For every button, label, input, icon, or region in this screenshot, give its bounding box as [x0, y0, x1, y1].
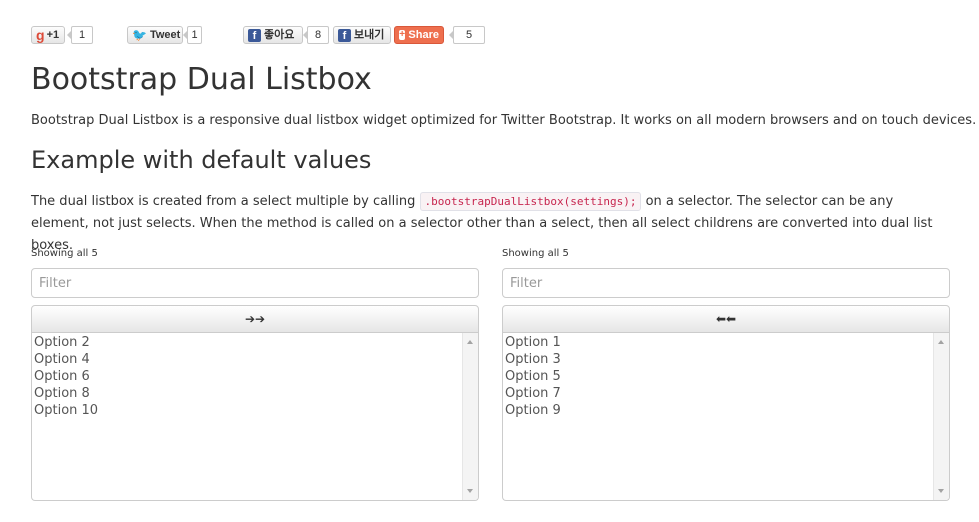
facebook-icon: f	[338, 28, 351, 42]
nonselected-info: Showing all 5	[31, 248, 98, 259]
listbox-option[interactable]: Option 2	[32, 334, 462, 351]
twitter-bird-icon: 🐦	[132, 28, 147, 42]
listbox-option[interactable]: Option 9	[503, 402, 933, 419]
facebook-icon: f	[248, 28, 261, 42]
description-text-before: The dual listbox is created from a selec…	[31, 194, 416, 209]
share-plus-icon: +	[399, 29, 406, 40]
selected-filter-input[interactable]	[502, 268, 950, 298]
listbox-scrollbar[interactable]	[462, 333, 478, 500]
listbox-option[interactable]: Option 4	[32, 351, 462, 368]
google-plus-icon: g	[36, 27, 45, 43]
page-lead: Bootstrap Dual Listbox is a responsive d…	[31, 113, 977, 128]
listbox-option[interactable]: Option 6	[32, 368, 462, 385]
listbox-option[interactable]: Option 10	[32, 402, 462, 419]
nonselected-box: Showing all 5 ➔➔ Option 2 Option 4 Optio…	[31, 246, 479, 501]
nonselected-options: Option 2 Option 4 Option 6 Option 8 Opti…	[32, 333, 462, 500]
scroll-up-arrow-icon[interactable]	[938, 340, 944, 344]
selected-box: Showing all 5 ⬅⬅ Option 1 Option 3 Optio…	[502, 246, 950, 501]
listbox-option[interactable]: Option 1	[503, 334, 933, 351]
selected-info: Showing all 5	[502, 248, 569, 259]
scroll-up-arrow-icon[interactable]	[467, 340, 473, 344]
listbox-option[interactable]: Option 8	[32, 385, 462, 402]
tweet-count: 1	[183, 26, 202, 44]
tweet-label: Tweet	[149, 29, 181, 41]
social-share-bar: g +1 1 🐦 Tweet 1 f 좋아요 8 f 보내기 + Share 5	[31, 26, 931, 48]
code-snippet: .bootstrapDualListbox(settings);	[419, 192, 642, 211]
scroll-down-arrow-icon[interactable]	[467, 489, 473, 493]
share-label: Share	[408, 29, 439, 41]
google-plus-count: 1	[67, 26, 93, 44]
listbox-scrollbar[interactable]	[933, 333, 949, 500]
scroll-down-arrow-icon[interactable]	[938, 489, 944, 493]
tweet-button[interactable]: 🐦 Tweet	[127, 26, 183, 44]
listbox-option[interactable]: Option 3	[503, 351, 933, 368]
google-plus-button[interactable]: g +1	[31, 26, 65, 44]
share-count: 5	[449, 26, 485, 44]
facebook-like-button[interactable]: f 좋아요	[243, 26, 303, 44]
page-title: Bootstrap Dual Listbox	[31, 62, 372, 97]
selected-listbox[interactable]: Option 1 Option 3 Option 5 Option 7 Opti…	[502, 333, 950, 501]
selected-options: Option 1 Option 3 Option 5 Option 7 Opti…	[503, 333, 933, 500]
remove-all-button[interactable]: ⬅⬅	[502, 305, 950, 333]
listbox-option[interactable]: Option 7	[503, 385, 933, 402]
listbox-option[interactable]: Option 5	[503, 368, 933, 385]
nonselected-listbox[interactable]: Option 2 Option 4 Option 6 Option 8 Opti…	[31, 333, 479, 501]
share-button[interactable]: + Share	[394, 26, 444, 44]
facebook-send-label: 보내기	[354, 29, 385, 41]
google-plus-label: +1	[46, 29, 60, 41]
facebook-like-count: 8	[303, 26, 329, 44]
facebook-like-label: 좋아요	[264, 29, 295, 41]
section-heading: Example with default values	[31, 146, 372, 174]
facebook-send-button[interactable]: f 보내기	[333, 26, 391, 44]
move-all-button[interactable]: ➔➔	[31, 305, 479, 333]
nonselected-filter-input[interactable]	[31, 268, 479, 298]
